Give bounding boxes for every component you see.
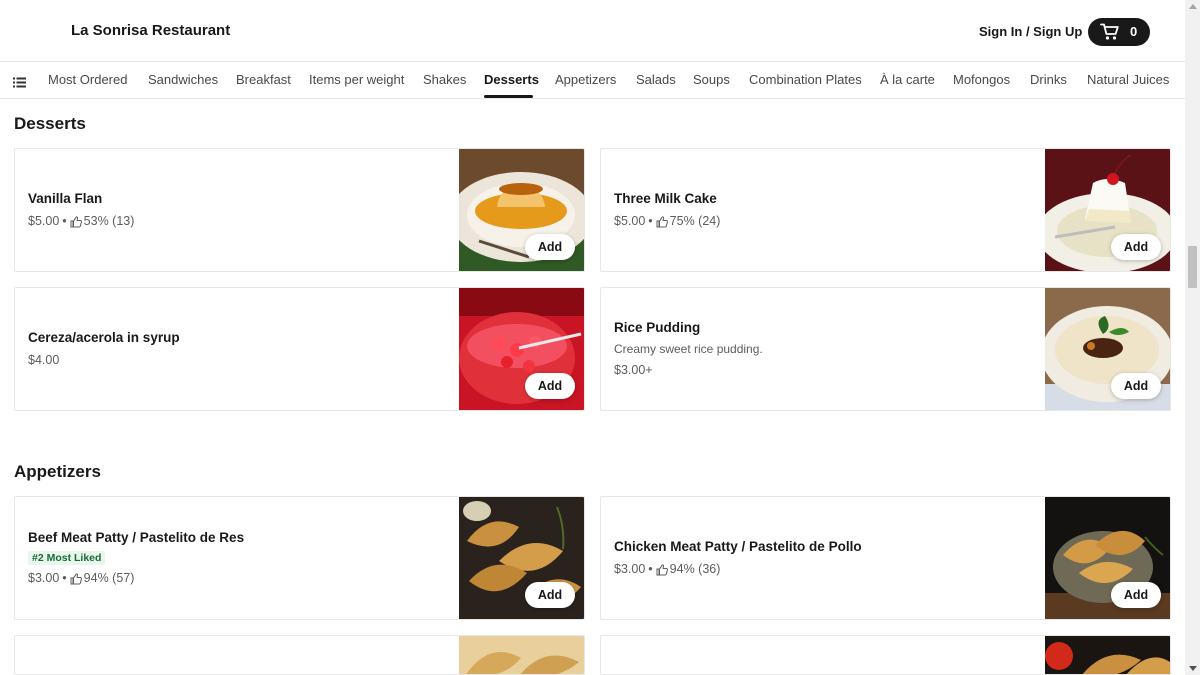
tab-desserts[interactable]: Desserts [484,72,539,87]
item-meta: $4.00 [28,352,444,369]
scrollbar-thumb[interactable] [1188,246,1197,288]
item-name: Beef Meat Patty / Pastelito de Res [28,530,245,545]
item-meta: $5.00 • 53% (13) [28,214,135,228]
item-name: Three Milk Cake [614,191,717,206]
item-price: $3.00+ [614,363,653,377]
active-tab-indicator [484,95,533,98]
scroll-up-arrow-icon[interactable] [1189,4,1197,9]
item-price: $3.00 [614,562,646,576]
add-button[interactable]: Add [1111,373,1161,399]
tab-mofongos[interactable]: Mofongos [953,72,1010,87]
item-meta: $5.00 • 75% (24) [614,214,721,228]
item-name: Chicken Meat Patty / Pastelito de Pollo [614,539,862,554]
item-name: Vanilla Flan [28,191,103,206]
cart-button[interactable]: 0 [1088,18,1150,46]
menu-item-card[interactable] [14,635,585,675]
list-menu-icon[interactable] [13,77,26,88]
menu-item-card[interactable]: Cereza/acerola in syrup $4.00 Add [14,287,585,411]
tab-salads[interactable]: Salads [636,72,676,87]
item-name: Rice Pudding [614,320,701,335]
item-price: $4.00 [28,353,60,367]
tab-sandwiches[interactable]: Sandwiches [148,72,218,87]
add-button[interactable]: Add [525,373,575,399]
tab-items-per-weight[interactable]: Items per weight [309,72,404,87]
item-meta: $3.00 • 94% (57) [28,571,135,585]
tab-combination-plates[interactable]: Combination Plates [749,72,862,87]
cart-count: 0 [1130,24,1138,39]
tab-breakfast[interactable]: Breakfast [236,72,291,87]
menu-item-card[interactable]: Beef Meat Patty / Pastelito de Res #2 Mo… [14,496,585,620]
menu-item-card[interactable] [600,635,1171,675]
category-nav: Most Ordered Sandwiches Breakfast Items … [0,62,1185,99]
item-price: $3.00 [28,571,60,585]
most-liked-badge: #2 Most Liked [28,551,106,565]
add-button[interactable]: Add [1111,582,1161,608]
site-header: La Sonrisa Restaurant Sign In / Sign Up … [0,0,1185,62]
restaurant-name[interactable]: La Sonrisa Restaurant [71,22,230,39]
item-rating: 75% (24) [669,214,721,228]
page-scrollbar[interactable] [1185,0,1200,675]
tab-drinks[interactable]: Drinks [1030,72,1067,87]
cart-icon [1100,23,1119,40]
item-meta: $3.00 • 94% (36) [614,562,721,576]
item-name: Cereza/acerola in syrup [28,330,180,345]
thumbs-up-icon [70,215,82,227]
add-button[interactable]: Add [525,582,575,608]
item-price: $5.00 [28,214,60,228]
item-description: Creamy sweet rice pudding. [614,342,763,356]
tab-natural-juices[interactable]: Natural Juices [1087,72,1169,87]
menu-item-card[interactable]: Vanilla Flan $5.00 • 53% (13) Add [14,148,585,272]
thumbs-up-icon [656,563,668,575]
section-title-desserts: Desserts [14,114,86,133]
menu-item-card[interactable]: Rice Pudding Creamy sweet rice pudding. … [600,287,1171,411]
tab-most-ordered[interactable]: Most Ordered [48,72,127,87]
item-rating: 94% (57) [83,571,135,585]
tab-shakes[interactable]: Shakes [423,72,466,87]
item-price: $5.00 [614,214,646,228]
section-title-appetizers: Appetizers [14,462,101,481]
item-meta: $3.00+ [614,362,1030,379]
menu-item-card[interactable]: Chicken Meat Patty / Pastelito de Pollo … [600,496,1171,620]
add-button[interactable]: Add [1111,234,1161,260]
tab-a-la-carte[interactable]: À la carte [880,72,935,87]
item-photo [1045,636,1170,674]
tab-soups[interactable]: Soups [693,72,730,87]
item-rating: 53% (13) [83,214,135,228]
thumbs-up-icon [70,572,82,584]
add-button[interactable]: Add [525,234,575,260]
tab-appetizers[interactable]: Appetizers [555,72,616,87]
item-rating: 94% (36) [669,562,721,576]
scroll-down-arrow-icon[interactable] [1189,666,1197,671]
sign-in-link[interactable]: Sign In / Sign Up [979,24,1082,39]
menu-item-card[interactable]: Three Milk Cake $5.00 • 75% (24) Add [600,148,1171,272]
thumbs-up-icon [656,215,668,227]
item-photo [459,636,584,674]
